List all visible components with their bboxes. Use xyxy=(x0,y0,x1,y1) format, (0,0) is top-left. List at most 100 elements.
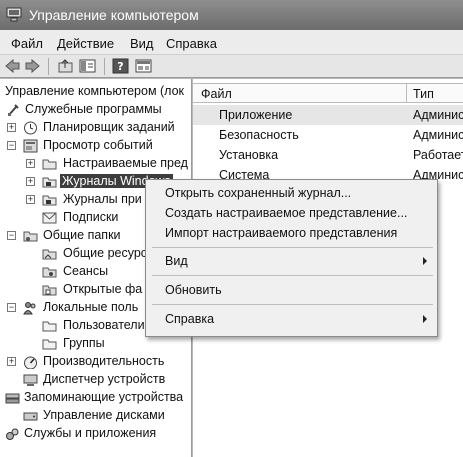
menu-item-label: Создать настраиваемое представление... xyxy=(165,206,408,220)
tree-item-storage[interactable]: Запоминающие устройства xyxy=(0,389,191,407)
menu-item-create-custom-view[interactable]: Создать настраиваемое представление... xyxy=(146,203,437,223)
properties-icon[interactable] xyxy=(135,58,152,74)
tree-item-label: Общие папки xyxy=(43,228,121,242)
log-type-cell: Админис xyxy=(413,108,463,122)
tree-item-label: Подписки xyxy=(63,210,119,224)
log-type-cell: Работает xyxy=(413,148,463,162)
tree-item-label: Журналы при xyxy=(63,192,142,206)
tree-item-label: Служебные программы xyxy=(25,102,162,116)
svg-text:?: ? xyxy=(117,60,123,73)
expand-icon[interactable]: + xyxy=(7,357,16,366)
menu-item-import-custom-view[interactable]: Импорт настраиваемого представления xyxy=(146,223,437,243)
column-header-type[interactable]: Тип xyxy=(413,87,434,101)
back-arrow-icon[interactable] xyxy=(4,58,21,74)
tree-item-label: Пользователи xyxy=(63,318,145,332)
menu-help[interactable]: Справка xyxy=(166,36,217,51)
event-viewer-icon xyxy=(23,139,38,153)
services-icon xyxy=(6,428,19,440)
toolbar-separator xyxy=(104,58,105,75)
tree-item-label: Управление дисками xyxy=(43,408,165,422)
log-name-cell: Установка xyxy=(219,148,279,162)
tree-item-performance[interactable]: + Производительность xyxy=(0,353,191,371)
shared-folders-icon xyxy=(23,231,38,242)
submenu-arrow-icon xyxy=(423,257,427,265)
share-icon xyxy=(42,249,57,260)
menu-file[interactable]: Файл xyxy=(11,36,43,51)
tree-item-computer-management[interactable]: Управление компьютером (лок xyxy=(0,83,191,101)
menu-action[interactable]: Действие xyxy=(57,36,114,51)
log-folder-icon xyxy=(42,195,57,206)
tree-item-task-scheduler[interactable]: + Планировщик заданий xyxy=(0,119,191,137)
tree-item-device-manager[interactable]: Диспетчер устройств xyxy=(0,371,191,389)
clock-icon xyxy=(24,121,37,135)
submenu-arrow-icon xyxy=(423,315,427,323)
menu-item-label: Обновить xyxy=(165,283,222,297)
open-files-icon xyxy=(42,285,57,296)
context-menu: Открыть сохраненный журнал... Создать на… xyxy=(145,179,438,337)
folder-icon xyxy=(42,159,57,170)
folder-icon xyxy=(42,339,57,350)
tools-icon xyxy=(8,104,19,116)
collapse-icon[interactable]: − xyxy=(7,141,16,150)
sessions-icon xyxy=(42,267,57,278)
toolbar: ? xyxy=(0,55,463,78)
tree-item-label: Службы и приложения xyxy=(24,426,157,440)
log-type-cell: Админис xyxy=(413,128,463,142)
forward-arrow-icon[interactable] xyxy=(24,58,41,74)
menu-item-refresh[interactable]: Обновить xyxy=(146,280,437,300)
tree-item-label: Сеансы xyxy=(63,264,109,278)
menu-item-label: Справка xyxy=(165,312,215,326)
tree-item-label: Настраиваемые пред xyxy=(63,156,188,170)
table-row[interactable]: Безопасность Админис xyxy=(193,125,463,145)
menu-item-open-saved-log[interactable]: Открыть сохраненный журнал... xyxy=(146,183,437,203)
tree-item-label: Общие ресурс xyxy=(63,246,148,260)
menu-item-label: Вид xyxy=(165,254,188,268)
window-title: Управление компьютером xyxy=(29,7,199,23)
up-folder-icon[interactable] xyxy=(57,58,74,74)
column-header-file[interactable]: Файл xyxy=(201,87,232,101)
expand-icon[interactable]: + xyxy=(26,159,35,168)
menu-separator xyxy=(152,275,433,276)
subscriptions-icon xyxy=(42,212,57,224)
log-folder-icon xyxy=(42,177,57,188)
tree-item-event-viewer[interactable]: − Просмотр событий xyxy=(0,137,191,155)
performance-icon xyxy=(24,356,37,369)
menu-item-label: Открыть сохраненный журнал... xyxy=(165,186,352,200)
collapse-icon[interactable]: − xyxy=(7,303,16,312)
collapse-icon[interactable]: − xyxy=(7,231,16,240)
expand-icon[interactable]: + xyxy=(26,177,35,186)
tree-item-services-apps[interactable]: Службы и приложения xyxy=(0,425,191,443)
menu-item-label: Импорт настраиваемого представления xyxy=(165,226,398,240)
tree-item-label: Просмотр событий xyxy=(43,138,153,152)
disk-icon xyxy=(23,412,38,421)
toolbar-separator xyxy=(48,58,49,75)
tree-item-label: Управление компьютером (лок xyxy=(5,84,185,98)
tree-item-custom-views[interactable]: + Настраиваемые пред xyxy=(0,155,191,173)
device-manager-icon xyxy=(23,374,38,386)
column-divider[interactable] xyxy=(406,84,407,102)
tree-item-system-tools[interactable]: Служебные программы xyxy=(0,101,191,119)
help-icon[interactable]: ? xyxy=(112,58,129,74)
show-tree-icon[interactable] xyxy=(79,58,96,74)
computer-management-icon xyxy=(6,7,22,22)
menu-view[interactable]: Вид xyxy=(130,36,154,51)
tree-item-disk-management[interactable]: Управление дисками xyxy=(0,407,191,425)
table-row[interactable]: Приложение Админис xyxy=(193,105,463,125)
tree-item-groups[interactable]: Группы xyxy=(0,335,191,353)
menu-separator xyxy=(152,247,433,248)
list-header: Файл Тип xyxy=(193,83,463,103)
tree-item-label: Планировщик заданий xyxy=(43,120,175,134)
expand-icon[interactable]: + xyxy=(7,123,16,132)
menu-separator xyxy=(152,304,433,305)
tree-item-label: Производительность xyxy=(43,354,165,368)
expand-icon[interactable]: + xyxy=(26,195,35,204)
menu-item-view[interactable]: Вид xyxy=(146,251,437,271)
table-row[interactable]: Установка Работает xyxy=(193,145,463,165)
tree-item-label: Локальные поль xyxy=(43,300,139,314)
log-name-cell: Безопасность xyxy=(219,128,299,142)
users-icon xyxy=(23,302,36,315)
tree-item-label: Запоминающие устройства xyxy=(24,390,184,404)
folder-icon xyxy=(42,321,57,332)
menu-item-help[interactable]: Справка xyxy=(146,309,437,329)
menu-bar: Файл Действие Вид Справка xyxy=(0,30,463,55)
